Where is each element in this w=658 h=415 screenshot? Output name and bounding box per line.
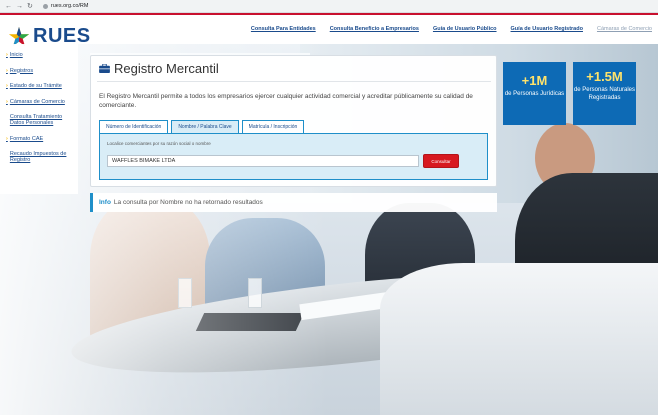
search-panel: Localice comerciantes por su razón socia… (99, 133, 488, 180)
sidebar-item-label: Estado de su Trámite (9, 83, 62, 89)
stat-value: +1M (521, 73, 548, 88)
card-description: El Registro Mercantil permite a todos lo… (99, 93, 473, 109)
stat-label: de Personas Jurídicas (504, 91, 565, 97)
sidebar-item-estado-tramite[interactable]: › Estado de su Trámite (6, 83, 78, 89)
stat-value: +1.5M (586, 69, 623, 84)
tab-numero-identificacion[interactable]: Número de Identificación (99, 120, 169, 133)
info-message: La consulta por Nombre no ha retornado r… (113, 199, 263, 206)
sidebar-item-label: Registros (9, 67, 34, 74)
briefcase-icon (99, 64, 110, 73)
left-sidebar: › Inicio › Registros › Estado de su Trám… (0, 44, 78, 194)
sidebar-item-tratamiento-datos[interactable]: › Consulta Tratamiento Datos Personales (6, 114, 78, 126)
search-tabs: Número de Identificación Nombre / Palabr… (99, 120, 305, 133)
nav-guia-publico[interactable]: Guía de Usuario Público (433, 26, 497, 32)
address-bar-url: rues.org.co/RM (50, 3, 89, 9)
nav-consulta-beneficio[interactable]: Consulta Beneficio a Empresarios (330, 26, 419, 32)
registro-mercantil-card: Registro Mercantil El Registro Mercantil… (90, 55, 497, 187)
search-label: Localice comerciantes por su razón socia… (107, 141, 211, 146)
chevron-right-icon: › (6, 98, 8, 105)
stat-personas-naturales: +1.5M de Personas Naturales Registradas (573, 62, 636, 125)
nav-guia-registrado[interactable]: Guía de Usuario Registrado (511, 26, 583, 32)
info-tag: Info (99, 199, 111, 206)
chevron-right-icon: › (6, 52, 8, 58)
sidebar-item-recaudo-impuestos[interactable]: › Recaudo Impuestos de Registro (6, 151, 78, 163)
stat-label: de Personas Naturales Registradas (573, 87, 636, 101)
sidebar-item-label: Cámaras de Comercio (9, 98, 65, 105)
info-alert: Info La consulta por Nombre no ha retorn… (90, 193, 497, 212)
consultar-button[interactable]: Consultar (423, 154, 459, 168)
browser-nav-icons[interactable]: ←→↻ (5, 2, 37, 10)
top-navigation: Consulta Para Entidades Consulta Benefic… (251, 26, 652, 32)
chevron-right-icon: › (6, 67, 8, 74)
nav-camaras-comercio[interactable]: Cámaras de Comercio (597, 26, 652, 32)
lock-icon (42, 3, 48, 9)
page-title: Registro Mercantil (114, 61, 219, 76)
sidebar-item-label: Inicio (9, 52, 23, 58)
nav-consulta-entidades[interactable]: Consulta Para Entidades (251, 26, 316, 32)
chevron-right-icon: › (6, 135, 8, 142)
sidebar-item-camaras-comercio[interactable]: › Cámaras de Comercio (6, 99, 78, 105)
sidebar-item-label: Recaudo Impuestos de Registro (9, 151, 67, 163)
chevron-right-icon: › (6, 83, 8, 89)
address-bar[interactable]: rues.org.co/RM (42, 3, 89, 9)
card-title: Registro Mercantil (99, 61, 219, 76)
site-header: RUES Consulta Para Entidades Consulta Be… (0, 13, 658, 47)
browser-toolbar: ←→↻ rues.org.co/RM (0, 0, 658, 13)
sidebar-item-label: Consulta Tratamiento Datos Personales (9, 114, 63, 126)
tab-nombre-palabra-clave[interactable]: Nombre / Palabra Clave (171, 120, 239, 133)
tab-matricula-inscripcion[interactable]: Matrícula / Inscripción (241, 120, 305, 133)
search-input[interactable] (107, 155, 419, 167)
sidebar-item-formato-cae[interactable]: › Formato CAE (6, 136, 78, 142)
sidebar-item-label: Formato CAE (9, 135, 44, 142)
sidebar-item-inicio[interactable]: › Inicio (6, 52, 78, 58)
divider (97, 81, 491, 82)
sidebar-item-registros[interactable]: › Registros (6, 68, 78, 74)
stat-personas-juridicas: +1M de Personas Jurídicas (503, 62, 566, 125)
